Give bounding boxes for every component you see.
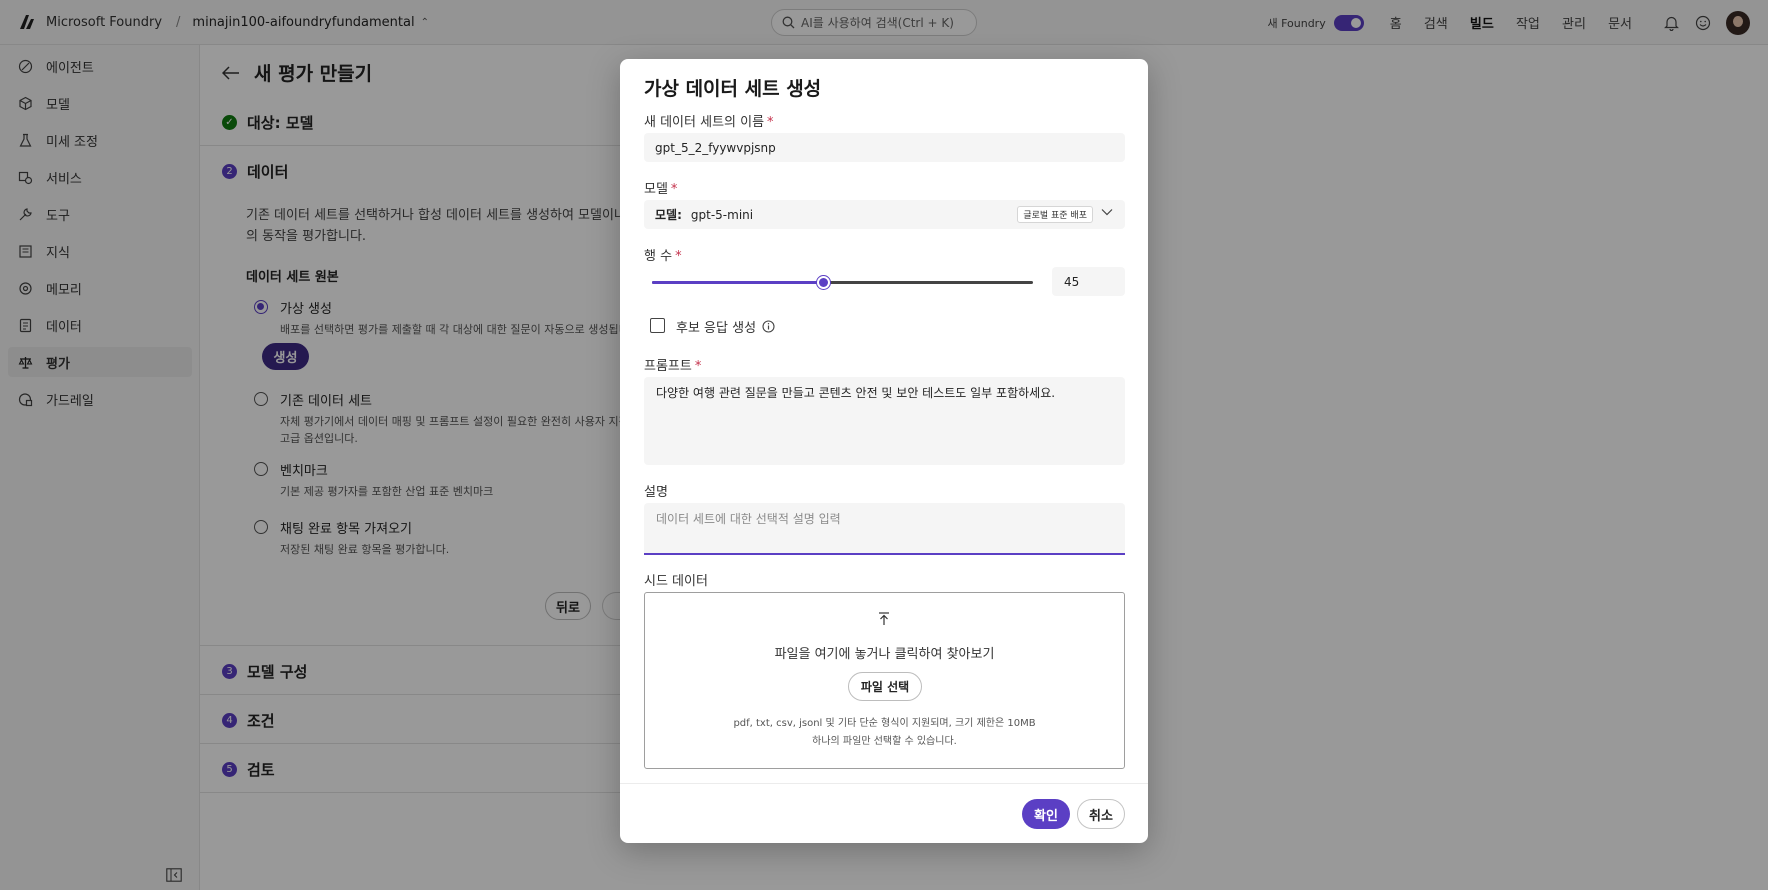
file-hint: 하나의 파일만 선택할 수 있습니다. bbox=[812, 736, 957, 747]
field-label: 모델 * bbox=[644, 182, 678, 197]
deployment-type-badge: 글로벌 표준 배포 bbox=[1017, 206, 1093, 223]
file-hint: pdf, txt, csv, jsonl 및 기타 단순 형식이 지원되며, 크… bbox=[733, 718, 1036, 729]
field-label: 설명 bbox=[644, 485, 668, 500]
model-value: gpt-5-mini bbox=[690, 207, 754, 222]
slider-thumb[interactable] bbox=[816, 275, 832, 290]
cancel-button[interactable]: 취소 bbox=[1077, 799, 1125, 829]
synthetic-dataset-dialog: 가상 데이터 세트 생성 새 데이터 세트의 이름 * gpt_5_2_fyywv… bbox=[620, 59, 1148, 843]
field-label: 프롬프트 * bbox=[644, 359, 702, 374]
field-label: 시드 데이터 bbox=[644, 574, 708, 589]
input-value: gpt_5_2_fyywvpjsnp bbox=[655, 140, 776, 155]
dialog-title: 가상 데이터 세트 생성 bbox=[644, 78, 822, 100]
row-count-input[interactable]: 45 bbox=[1052, 267, 1125, 296]
description-input[interactable]: 데이터 세트에 대한 선택적 설명 입력 bbox=[644, 503, 1125, 555]
candidate-response-checkbox[interactable] bbox=[650, 318, 665, 333]
field-label: 행 수 * bbox=[644, 249, 682, 264]
prompt-textarea[interactable]: 다양한 여행 관련 질문을 만들고 콘텐츠 안전 및 보안 테스트도 일부 포함… bbox=[644, 377, 1125, 465]
slider-fill bbox=[652, 281, 824, 284]
confirm-button[interactable]: 확인 bbox=[1022, 799, 1070, 829]
row-count-slider[interactable] bbox=[652, 275, 1033, 290]
upload-icon bbox=[879, 612, 889, 625]
dropzone-text: 파일을 여기에 놓거나 클릭하여 찾아보기 bbox=[774, 647, 995, 662]
field-label: 새 데이터 세트의 이름 * bbox=[644, 115, 774, 130]
footer-divider bbox=[620, 783, 1148, 784]
file-dropzone[interactable]: 파일을 여기에 놓거나 클릭하여 찾아보기 파일 선택 pdf, txt, cs… bbox=[644, 592, 1125, 769]
model-dropdown[interactable]: 모델: gpt-5-mini 글로벌 표준 배포 bbox=[644, 200, 1125, 229]
dataset-name-input[interactable]: gpt_5_2_fyywvpjsnp bbox=[644, 133, 1125, 162]
checkbox-label: 후보 응답 생성 bbox=[676, 317, 775, 336]
select-file-button[interactable]: 파일 선택 bbox=[848, 672, 922, 701]
info-icon[interactable] bbox=[762, 320, 775, 333]
model-key: 모델: bbox=[655, 208, 682, 222]
chevron-down-icon bbox=[1101, 209, 1113, 216]
